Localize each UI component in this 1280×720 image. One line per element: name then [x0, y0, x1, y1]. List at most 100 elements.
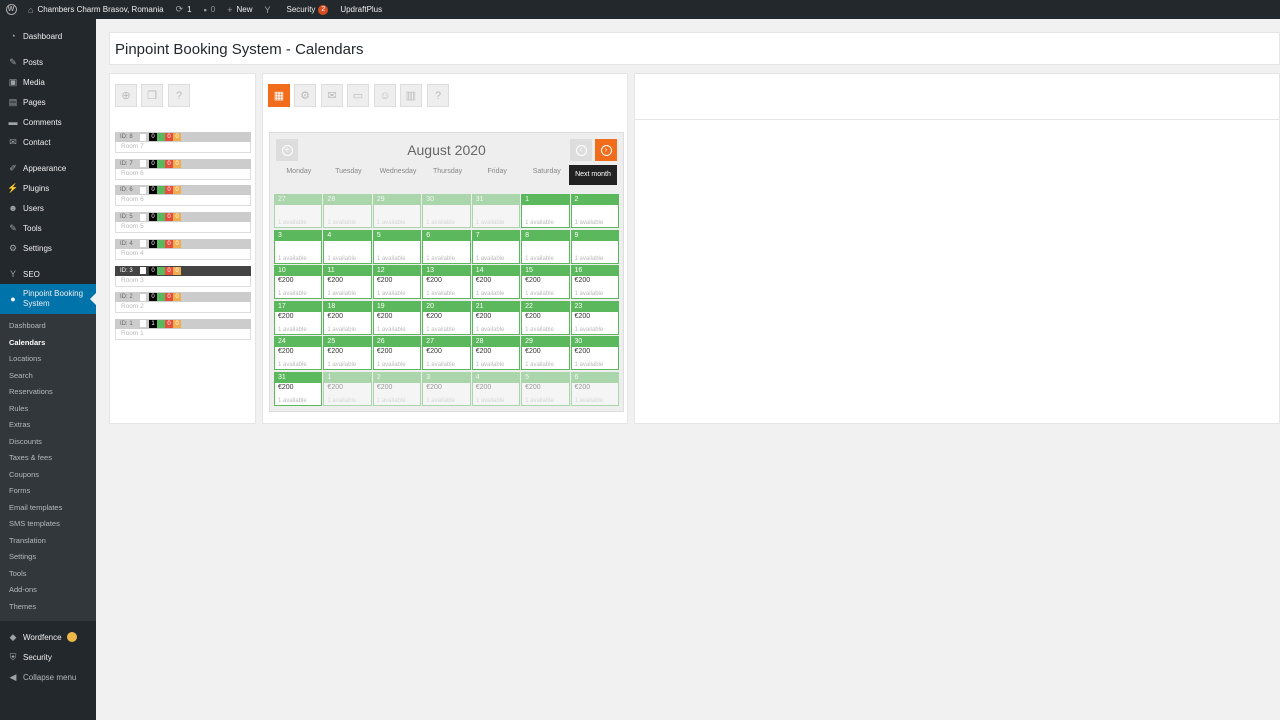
calendar-day-cell[interactable]: 27 1 available — [274, 194, 323, 228]
calendar-day-cell[interactable]: 20 €200 1 available — [422, 300, 471, 335]
calendar-day-cell[interactable]: 13 €200 1 available — [422, 265, 471, 299]
duplicate-calendar-button[interactable]: ❐ — [141, 84, 163, 107]
calendar-list-item[interactable]: ID: 7 0 0 0 Room 6 — [115, 158, 251, 180]
submenu-themes[interactable]: Themes — [0, 599, 96, 616]
calendar-day-cell[interactable]: 12 €200 1 available — [372, 265, 422, 299]
next-month-button[interactable]: › — [595, 139, 617, 161]
submenu-calendars[interactable]: Calendars — [0, 335, 96, 352]
calendar-day-cell[interactable]: 30 1 available — [422, 194, 471, 228]
submenu-rules[interactable]: Rules — [0, 401, 96, 418]
site-name-link[interactable]: ⌂ Chambers Charm Brasov, Romania — [22, 0, 170, 19]
calendar-day-cell[interactable]: 29 €200 1 available — [521, 336, 570, 370]
calendar-day-cell[interactable]: 27 €200 1 available — [422, 336, 471, 370]
submenu-email-templates[interactable]: Email templates — [0, 500, 96, 517]
calendar-day-cell[interactable]: 16 €200 1 available — [570, 265, 619, 299]
submenu-add-ons[interactable]: Add-ons — [0, 582, 96, 599]
menu-contact[interactable]: ✉ Contact — [0, 132, 96, 152]
calendar-day-cell[interactable]: 8 1 available — [521, 229, 570, 264]
menu-plugins[interactable]: ⚡ Plugins — [0, 178, 96, 198]
calendar-day-cell[interactable]: 31 €200 1 available — [274, 371, 323, 406]
menu-posts[interactable]: ✎ Posts — [0, 52, 96, 72]
updates-link[interactable]: ⟳ 1 — [170, 0, 198, 19]
wordpress-logo-icon[interactable]: W — [0, 0, 22, 19]
menu-media[interactable]: ▣ Media — [0, 72, 96, 92]
menu-pages[interactable]: ▤ Pages — [0, 92, 96, 112]
calendar-day-cell[interactable]: 11 €200 1 available — [323, 265, 372, 299]
calendar-day-cell[interactable]: 28 €200 1 available — [471, 336, 521, 370]
calendar-day-cell[interactable]: 28 1 available — [323, 194, 372, 228]
submenu-translation[interactable]: Translation — [0, 533, 96, 550]
add-calendar-button[interactable]: ⊕ — [115, 84, 137, 107]
menu-dashboard[interactable]: ◔ Dashboard — [0, 26, 96, 46]
calendar-day-cell[interactable]: 19 €200 1 available — [372, 300, 422, 335]
calendar-day-cell[interactable]: 21 €200 1 available — [471, 300, 521, 335]
calendar-day-cell[interactable]: 6 €200 1 available — [570, 371, 619, 406]
calendar-day-cell[interactable]: 17 €200 1 available — [274, 300, 323, 335]
calendar-day-cell[interactable]: 2 1 available — [570, 194, 619, 228]
collapse-menu-button[interactable]: ◀ Collapse menu — [0, 667, 96, 687]
calendar-settings-button[interactable]: ⚙ — [294, 84, 316, 107]
menu-seo[interactable]: Y SEO — [0, 264, 96, 284]
calendar-day-cell[interactable]: 18 €200 1 available — [323, 300, 372, 335]
calendar-list-item[interactable]: ID: 5 0 0 0 Room 5 — [115, 212, 251, 234]
calendar-day-cell[interactable]: 24 €200 1 available — [274, 336, 323, 370]
calendar-day-cell[interactable]: 1 1 available — [521, 194, 570, 228]
new-content-link[interactable]: + New — [221, 0, 258, 19]
calendar-day-cell[interactable]: 5 1 available — [372, 229, 422, 264]
submenu-coupons[interactable]: Coupons — [0, 467, 96, 484]
calendar-day-cell[interactable]: 5 €200 1 available — [521, 371, 570, 406]
calendar-day-cell[interactable]: 4 1 available — [323, 229, 372, 264]
menu-settings[interactable]: ⚙ Settings — [0, 238, 96, 258]
calendar-day-cell[interactable]: 29 1 available — [372, 194, 422, 228]
calendar-day-cell[interactable]: 30 €200 1 available — [570, 336, 619, 370]
yoast-link[interactable]: Y — [259, 0, 281, 19]
calendar-list-item[interactable]: ID: 3 0 0 0 Room 3 — [115, 265, 251, 287]
users-button[interactable]: ☺ — [374, 84, 396, 107]
updraftplus-link[interactable]: UpdraftPlus — [334, 0, 388, 19]
menu-users[interactable]: ☻ Users — [0, 198, 96, 218]
calendar-day-cell[interactable]: 1 €200 1 available — [323, 371, 372, 406]
calendar-view-button[interactable]: ▦ — [268, 84, 290, 107]
menu-appearance[interactable]: ✐ Appearance — [0, 158, 96, 178]
previous-month-button[interactable]: ‹ — [570, 139, 592, 161]
add-month-button[interactable]: + — [276, 139, 298, 161]
calendar-day-cell[interactable]: 9 1 available — [570, 229, 619, 264]
calendar-day-cell[interactable]: 3 1 available — [274, 229, 323, 264]
submenu-tools[interactable]: Tools — [0, 566, 96, 583]
calendar-day-cell[interactable]: 22 €200 1 available — [521, 300, 570, 335]
calendar-day-cell[interactable]: 26 €200 1 available — [372, 336, 422, 370]
notifications-button[interactable]: ✉ — [321, 84, 343, 107]
submenu-search[interactable]: Search — [0, 368, 96, 385]
submenu-discounts[interactable]: Discounts — [0, 434, 96, 451]
calendar-day-cell[interactable]: 10 €200 1 available — [274, 265, 323, 299]
help-button[interactable]: ? — [168, 84, 190, 107]
calendar-day-cell[interactable]: 2 €200 1 available — [372, 371, 422, 406]
submenu-taxes-fees[interactable]: Taxes & fees — [0, 450, 96, 467]
calendar-day-cell[interactable]: 7 1 available — [471, 229, 521, 264]
reservations-button[interactable]: ▭ — [347, 84, 369, 107]
calendar-list-item[interactable]: ID: 8 0 0 0 Room 7 — [115, 132, 251, 153]
calendar-day-cell[interactable]: 15 €200 1 available — [521, 265, 570, 299]
menu-pinpoint-booking[interactable]: ● Pinpoint Booking System — [0, 284, 96, 314]
calendar-day-cell[interactable]: 3 €200 1 available — [422, 371, 471, 406]
submenu-forms[interactable]: Forms — [0, 483, 96, 500]
calendar-list-item[interactable]: ID: 4 0 0 0 Room 4 — [115, 238, 251, 260]
submenu-reservations[interactable]: Reservations — [0, 384, 96, 401]
comments-link[interactable]: ▪ 0 — [198, 0, 222, 19]
calendar-day-cell[interactable]: 14 €200 1 available — [471, 265, 521, 299]
calendar-day-cell[interactable]: 6 1 available — [422, 229, 471, 264]
calendar-help-button[interactable]: ? — [427, 84, 449, 107]
submenu-locations[interactable]: Locations — [0, 351, 96, 368]
calendar-day-cell[interactable]: 4 €200 1 available — [471, 371, 521, 406]
calendar-list-item[interactable]: ID: 6 0 0 0 Room 6 — [115, 185, 251, 207]
submenu-settings[interactable]: Settings — [0, 549, 96, 566]
calendar-list-item[interactable]: ID: 2 0 0 0 Room 2 — [115, 292, 251, 314]
submenu-sms-templates[interactable]: SMS templates — [0, 516, 96, 533]
menu-comments[interactable]: ▬ Comments — [0, 112, 96, 132]
calendar-day-cell[interactable]: 25 €200 1 available — [323, 336, 372, 370]
calendar-day-cell[interactable]: 23 €200 1 available — [570, 300, 619, 335]
calendar-list-item[interactable]: ID: 1 1 0 0 Room 1 — [115, 318, 251, 340]
menu-tools[interactable]: ✎ Tools — [0, 218, 96, 238]
submenu-dashboard[interactable]: Dashboard — [0, 318, 96, 335]
security-link[interactable]: Security 2 — [281, 0, 335, 19]
